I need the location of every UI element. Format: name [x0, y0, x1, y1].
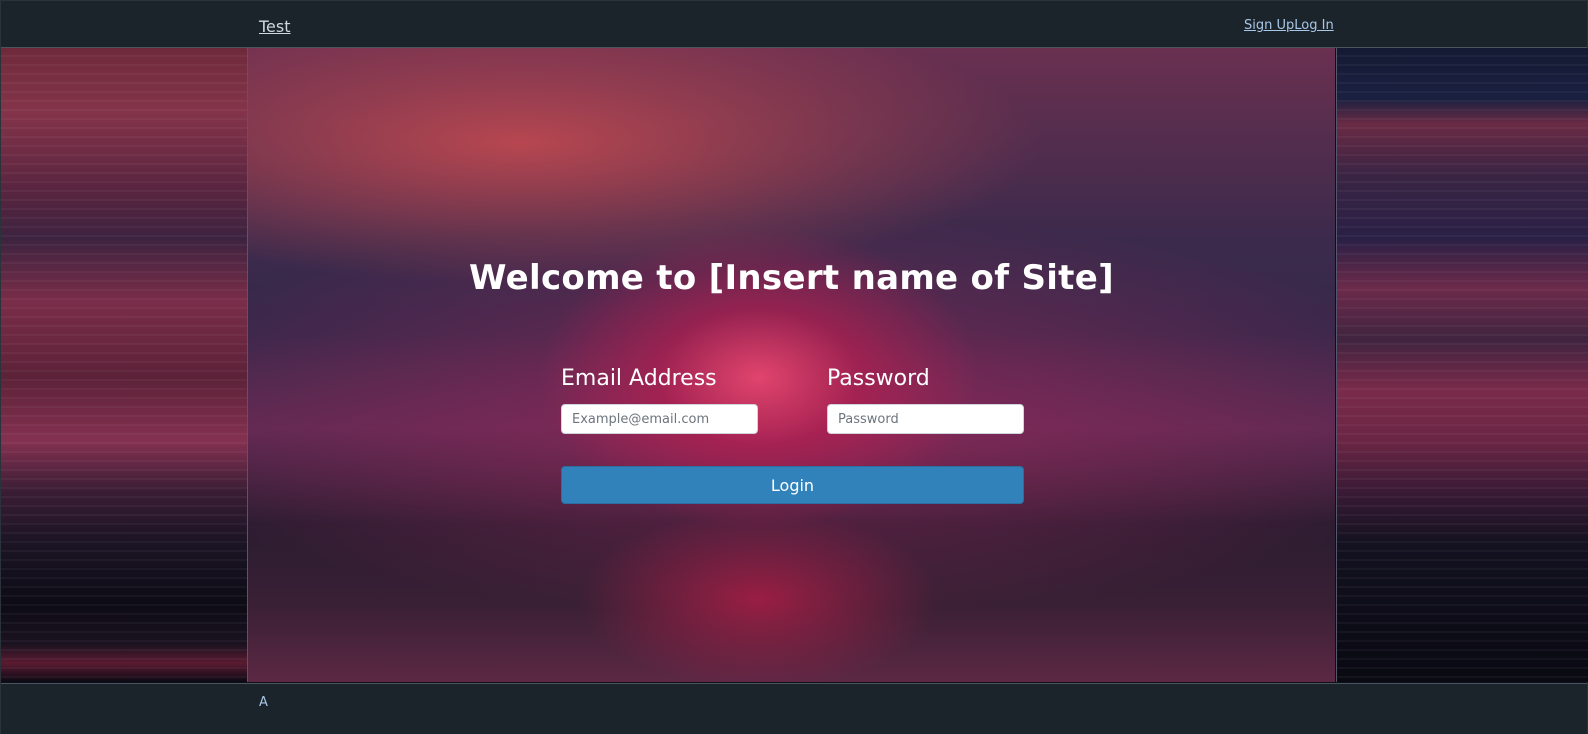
email-field[interactable]	[561, 404, 758, 434]
email-label: Email Address	[561, 366, 717, 391]
footer: A	[1, 683, 1587, 734]
welcome-title: Welcome to [Insert name of Site]	[469, 258, 1114, 298]
brand-link[interactable]: Test	[259, 17, 291, 36]
password-field[interactable]	[827, 404, 1024, 434]
background-image-left	[1, 48, 248, 682]
login-link[interactable]: Log In	[1294, 18, 1333, 33]
password-label: Password	[827, 366, 930, 391]
background-image-right	[1336, 48, 1588, 682]
signup-link[interactable]: Sign Up	[1244, 18, 1294, 33]
auth-links: Sign UpLog In	[1244, 18, 1334, 33]
hero-section: Welcome to [Insert name of Site] Email A…	[248, 48, 1335, 682]
footer-text: A	[259, 695, 268, 710]
navbar: Test Sign UpLog In	[1, 1, 1587, 48]
login-button[interactable]: Login	[561, 466, 1024, 504]
